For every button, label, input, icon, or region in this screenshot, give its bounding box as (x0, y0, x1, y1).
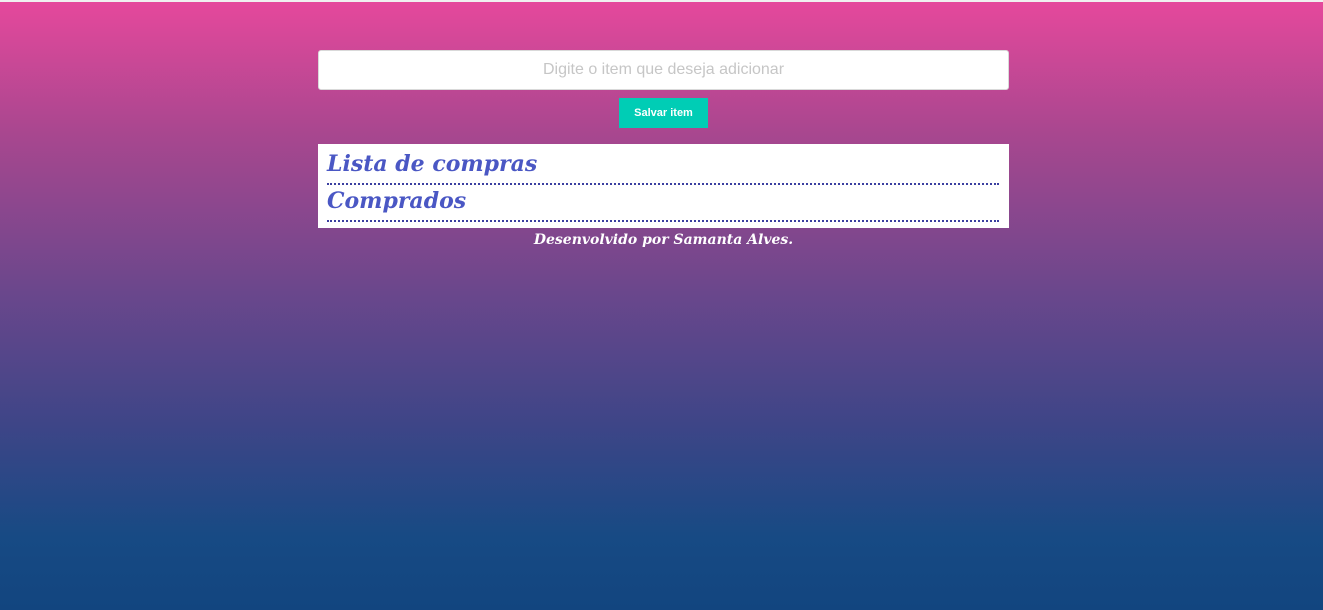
save-wrap: Salvar item (318, 98, 1009, 128)
lists-panel: Lista de compras Comprados (318, 144, 1009, 228)
shopping-list-section: Lista de compras (327, 148, 999, 185)
app-container: Salvar item Lista de compras Comprados D… (318, 50, 1009, 248)
item-input[interactable] (318, 50, 1009, 90)
footer-credit: Desenvolvido por Samanta Alves. (533, 232, 794, 248)
top-border (0, 0, 1323, 2)
save-item-button[interactable]: Salvar item (619, 98, 708, 128)
purchased-section: Comprados (327, 185, 999, 222)
purchased-title: Comprados (327, 188, 467, 214)
shopping-list-title: Lista de compras (327, 151, 538, 177)
